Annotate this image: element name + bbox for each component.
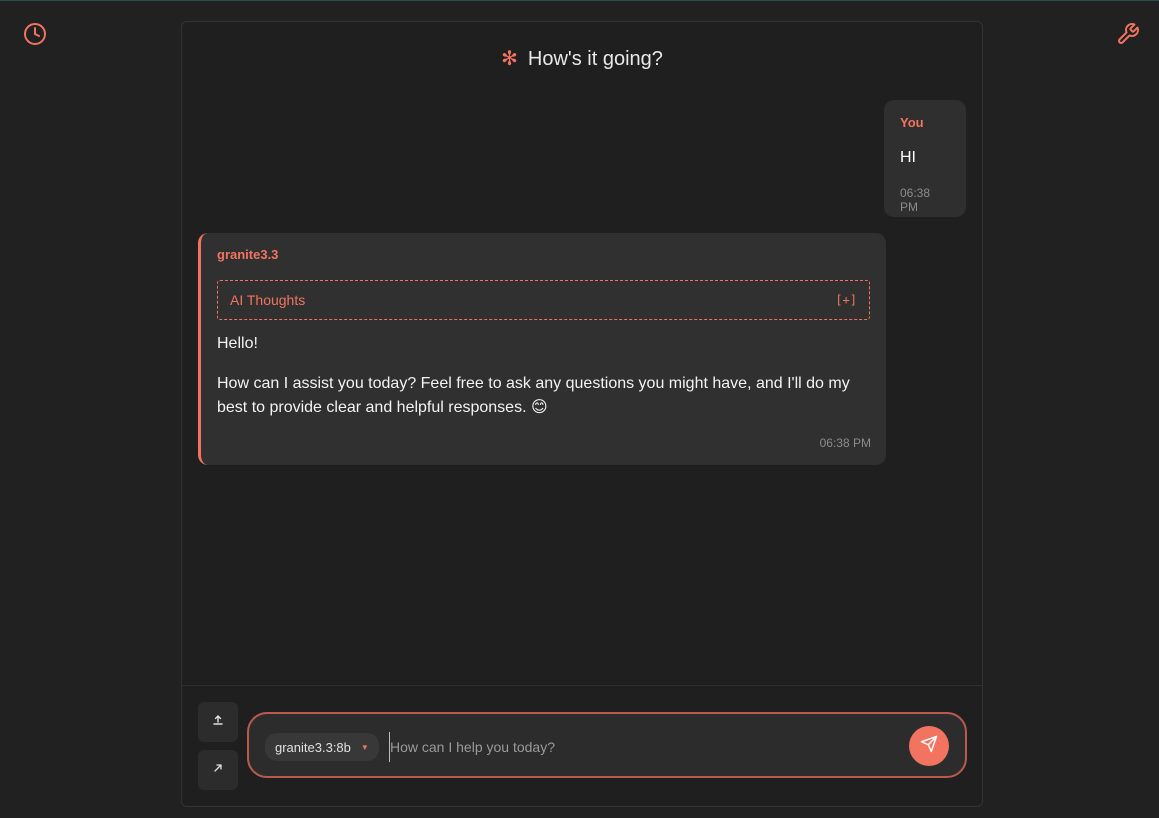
assistant-message: granite3.3 AI Thoughts [+] Hello! How ca… bbox=[198, 233, 886, 465]
caret-down-icon: ▼ bbox=[360, 742, 369, 752]
message-paragraph: Hello! bbox=[217, 335, 258, 352]
composer-divider bbox=[182, 685, 982, 686]
ai-thoughts-label: AI Thoughts bbox=[230, 292, 306, 308]
chat-header: ✻ How's it going? bbox=[182, 44, 982, 74]
prompt-input[interactable] bbox=[389, 732, 889, 762]
clock-icon bbox=[23, 22, 47, 51]
message-paragraph: How can I assist you today? Feel free to… bbox=[217, 375, 850, 416]
arrow-icon bbox=[212, 761, 224, 779]
chat-panel: ✻ How's it going? You HI 06:38 PM granit… bbox=[181, 21, 983, 807]
expand-icon[interactable]: [+] bbox=[835, 293, 857, 307]
model-name: granite3.3:8b bbox=[275, 739, 351, 755]
message-composer: granite3.3:8b ▼ bbox=[247, 712, 967, 778]
upload-icon bbox=[212, 713, 224, 731]
message-sender: You bbox=[900, 115, 924, 130]
chat-title: How's it going? bbox=[527, 47, 663, 70]
model-selector[interactable]: granite3.3:8b ▼ bbox=[265, 733, 379, 761]
send-button[interactable] bbox=[909, 726, 949, 766]
settings-button[interactable] bbox=[1114, 22, 1142, 50]
message-time: 06:38 PM bbox=[900, 186, 931, 214]
upload-button[interactable] bbox=[198, 702, 238, 742]
top-border bbox=[0, 0, 1159, 1]
message-text: HI bbox=[900, 149, 916, 166]
send-icon bbox=[920, 735, 938, 758]
history-button[interactable] bbox=[21, 22, 49, 50]
attach-button[interactable] bbox=[198, 750, 238, 790]
ai-thoughts-toggle[interactable]: AI Thoughts [+] bbox=[217, 280, 870, 320]
wrench-icon bbox=[1116, 22, 1140, 51]
asterisk-icon: ✻ bbox=[501, 48, 518, 70]
message-time: 06:38 PM bbox=[819, 436, 871, 450]
user-message: You HI 06:38 PM bbox=[884, 100, 966, 217]
message-sender: granite3.3 bbox=[217, 247, 279, 262]
